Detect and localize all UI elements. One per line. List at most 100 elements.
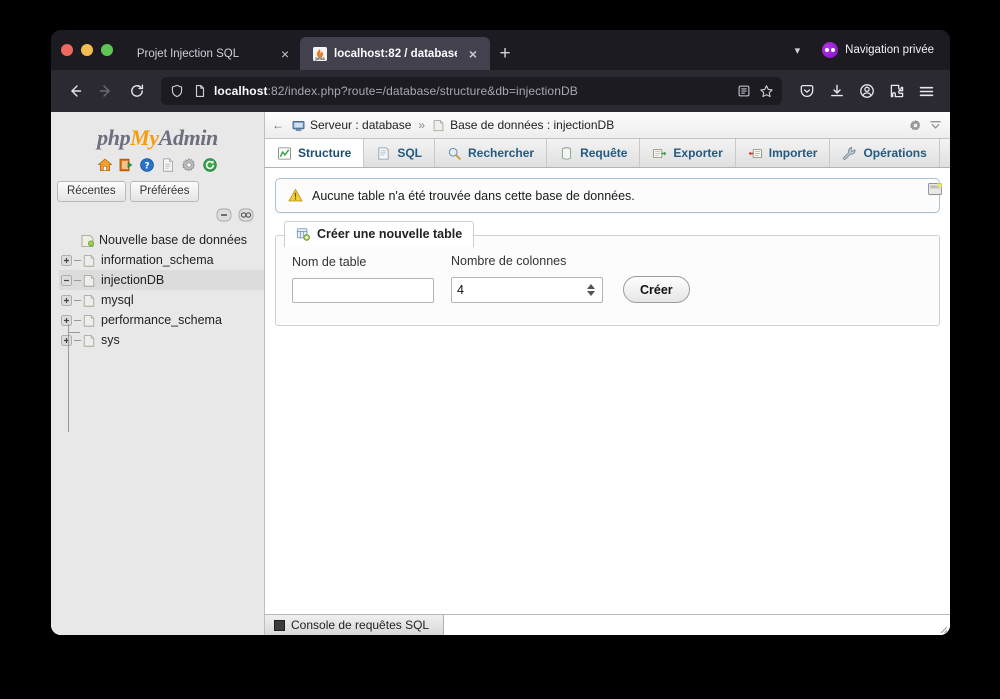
browser-toolbar-right bbox=[792, 77, 941, 106]
resize-grip-icon[interactable] bbox=[936, 621, 948, 634]
tab-more-plus[interactable]: Pl bbox=[940, 139, 950, 167]
no-table-warning: Aucune table n'a été trouvée dans cette … bbox=[275, 178, 940, 213]
phpmyadmin-logo[interactable]: phpMyAdmin bbox=[51, 112, 264, 155]
url-bar[interactable]: localhost:82/index.php?route=/database/s… bbox=[161, 77, 782, 105]
breadcrumb-server-label[interactable]: Serveur : database bbox=[310, 118, 411, 132]
create-table-legend: Créer une nouvelle table bbox=[284, 221, 475, 247]
panel-toggle-icon[interactable] bbox=[928, 182, 942, 195]
tree-connector-dash bbox=[74, 259, 81, 261]
tree-item-new-database[interactable]: Nouvelle base de données bbox=[59, 230, 264, 250]
new-tab-button[interactable]: + bbox=[490, 37, 520, 70]
database-tree: Nouvelle base de données information_sch… bbox=[51, 228, 264, 350]
browser-tab-1[interactable]: Projet Injection SQL × bbox=[127, 37, 300, 70]
breadcrumb-database-label[interactable]: Base de données : injectionDB bbox=[450, 118, 614, 132]
browser-tab-2[interactable]: pma localhost:82 / database / injecti × bbox=[300, 37, 490, 70]
tree-connector-dash bbox=[74, 279, 81, 281]
url-host: localhost bbox=[214, 84, 268, 98]
browser-tab-1-close-icon[interactable]: × bbox=[276, 45, 294, 63]
menu-icon[interactable] bbox=[912, 77, 941, 106]
num-columns-field-group: Nombre de colonnes 4 bbox=[451, 254, 603, 303]
sidebar-tab-preferees[interactable]: Préférées bbox=[129, 181, 200, 202]
num-columns-value: 4 bbox=[457, 283, 464, 297]
logo-my: My bbox=[130, 125, 159, 150]
page-info-icon[interactable] bbox=[191, 83, 208, 100]
import-icon bbox=[748, 146, 763, 161]
collapse-all-icon[interactable] bbox=[216, 208, 232, 222]
svg-text:?: ? bbox=[144, 162, 149, 172]
private-browsing-badge: Navigation privée bbox=[822, 42, 940, 58]
tab-sql[interactable]: SQL bbox=[364, 139, 436, 167]
tree-item-performance-schema[interactable]: performance_schema bbox=[59, 310, 264, 330]
sidebar-tab-recentes[interactable]: Récentes bbox=[57, 181, 126, 202]
create-table-submit-button[interactable]: Créer bbox=[623, 276, 690, 303]
tree-item-sys[interactable]: sys bbox=[59, 330, 264, 350]
num-columns-spinner[interactable] bbox=[587, 284, 597, 296]
gear-icon[interactable] bbox=[909, 119, 922, 132]
home-icon[interactable] bbox=[97, 157, 113, 173]
database-icon bbox=[83, 293, 95, 307]
tree-item-information-schema[interactable]: information_schema bbox=[59, 250, 264, 270]
collapse-icon[interactable] bbox=[929, 119, 942, 132]
wiki-page-icon[interactable] bbox=[160, 157, 176, 173]
pma-content-area: Aucune table n'a été trouvée dans cette … bbox=[265, 168, 950, 635]
tree-item-sys-label: sys bbox=[101, 333, 120, 347]
minimize-window-button[interactable] bbox=[81, 44, 93, 56]
tab-operations[interactable]: Opérations bbox=[830, 139, 940, 167]
expand-plus-icon[interactable] bbox=[61, 294, 72, 306]
create-table-legend-label: Créer une nouvelle table bbox=[317, 227, 463, 241]
tree-item-injectiondb[interactable]: injectionDB bbox=[59, 270, 264, 290]
list-all-tabs-chevron-down-icon[interactable]: ▾ bbox=[783, 44, 813, 57]
account-icon[interactable] bbox=[852, 77, 881, 106]
maximize-window-button[interactable] bbox=[101, 44, 113, 56]
collapse-minus-icon[interactable] bbox=[61, 274, 72, 286]
tab-importer-label: Importer bbox=[768, 146, 818, 160]
pocket-icon[interactable] bbox=[792, 77, 821, 106]
window-controls bbox=[61, 30, 127, 70]
extensions-icon[interactable] bbox=[882, 77, 911, 106]
logout-icon[interactable] bbox=[118, 157, 134, 173]
forward-icon[interactable] bbox=[91, 77, 120, 106]
num-columns-stepper[interactable]: 4 bbox=[451, 277, 603, 303]
link-with-main-panel-icon[interactable] bbox=[238, 208, 254, 222]
table-name-label: Nom de table bbox=[292, 255, 367, 269]
reload-icon[interactable] bbox=[122, 77, 151, 106]
phpmyadmin-page: phpMyAdmin ? Récentes Préférées Nouvelle… bbox=[51, 112, 950, 635]
tree-connector-line bbox=[68, 324, 69, 432]
console-icon bbox=[274, 619, 285, 631]
tab-sql-label: SQL bbox=[397, 146, 423, 160]
tab-requete-label: Requête bbox=[580, 146, 628, 160]
search-icon bbox=[447, 146, 462, 161]
spinner-down-icon[interactable] bbox=[587, 291, 595, 296]
expand-plus-icon[interactable] bbox=[61, 334, 72, 346]
browser-tab-2-close-icon[interactable]: × bbox=[464, 45, 482, 63]
expand-plus-icon[interactable] bbox=[61, 314, 72, 326]
tab-structure[interactable]: Structure bbox=[265, 139, 365, 167]
reload-refresh-icon[interactable] bbox=[202, 157, 218, 173]
downloads-icon[interactable] bbox=[822, 77, 851, 106]
sql-console-toggle[interactable]: Console de requêtes SQL bbox=[265, 615, 445, 635]
pma-tree-controls bbox=[51, 208, 264, 228]
url-text[interactable]: localhost:82/index.php?route=/database/s… bbox=[214, 84, 729, 98]
tab-exporter[interactable]: Exporter bbox=[640, 139, 736, 167]
shield-icon[interactable] bbox=[168, 83, 185, 100]
breadcrumb-back-icon[interactable]: ← bbox=[269, 118, 287, 132]
back-icon[interactable] bbox=[60, 77, 89, 106]
num-columns-label: Nombre de colonnes bbox=[451, 254, 567, 268]
table-name-input[interactable] bbox=[292, 278, 434, 303]
close-window-button[interactable] bbox=[61, 44, 73, 56]
tab-importer[interactable]: Importer bbox=[736, 139, 831, 167]
settings-gear-icon[interactable] bbox=[181, 157, 197, 173]
tab-requete[interactable]: Requête bbox=[547, 139, 641, 167]
private-mask-icon bbox=[822, 42, 839, 58]
tab-rechercher[interactable]: Rechercher bbox=[435, 139, 548, 167]
spinner-up-icon[interactable] bbox=[587, 284, 595, 289]
database-icon bbox=[432, 119, 445, 132]
reader-view-icon[interactable] bbox=[735, 83, 752, 100]
pma-sidebar: phpMyAdmin ? Récentes Préférées Nouvelle… bbox=[51, 112, 265, 635]
tree-item-mysql[interactable]: mysql bbox=[59, 290, 264, 310]
sql-console-label: Console de requêtes SQL bbox=[291, 618, 430, 632]
documentation-icon[interactable]: ? bbox=[139, 157, 155, 173]
tab-operations-label: Opérations bbox=[863, 146, 927, 160]
expand-plus-icon[interactable] bbox=[61, 254, 72, 266]
bookmark-star-icon[interactable] bbox=[758, 83, 775, 100]
